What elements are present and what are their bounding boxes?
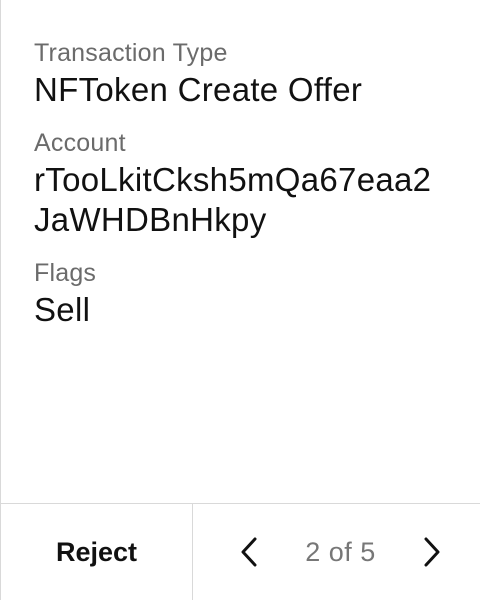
- chevron-right-icon: [424, 537, 440, 567]
- field-label: Flags: [34, 259, 97, 287]
- transaction-review-screen: Transaction Type NFToken Create Offer Ac…: [0, 0, 480, 600]
- reject-button[interactable]: Reject: [1, 504, 193, 600]
- field-label: Account: [34, 129, 126, 157]
- flags-value: Sell: [34, 291, 91, 328]
- account-field: Account rTooLkitCksh5mQa67eaa2JaWHDBnHkp…: [34, 128, 460, 240]
- account-value: rTooLkitCksh5mQa67eaa2JaWHDBnHkpy: [34, 161, 432, 238]
- previous-page-button[interactable]: [229, 527, 269, 577]
- transaction-details: Transaction Type NFToken Create Offer Ac…: [34, 38, 460, 330]
- action-bar: Reject 2 of 5: [1, 503, 480, 600]
- flags-field: Flags Sell: [34, 258, 460, 330]
- next-page-button[interactable]: [412, 527, 452, 577]
- chevron-left-icon: [241, 537, 257, 567]
- transaction-type-field: Transaction Type NFToken Create Offer: [34, 38, 460, 110]
- pager: 2 of 5: [193, 504, 480, 600]
- page-indicator: 2 of 5: [305, 536, 376, 567]
- field-label: Transaction Type: [34, 39, 228, 67]
- transaction-type-value: NFToken Create Offer: [34, 71, 363, 108]
